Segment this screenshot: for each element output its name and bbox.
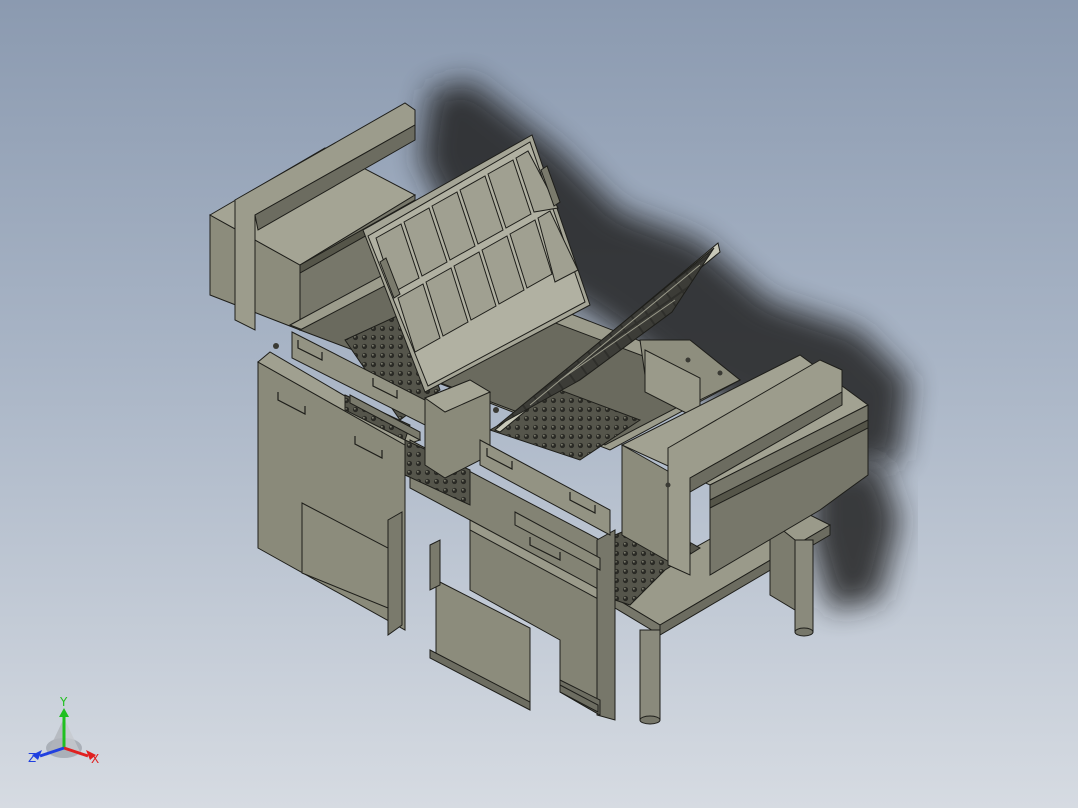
y-axis-label: Y: [59, 695, 68, 709]
coordinate-triad: Y X Z: [28, 695, 99, 766]
graphics-viewport[interactable]: Y X Z: [0, 0, 1078, 808]
x-axis-label: X: [91, 752, 99, 766]
assembly-model[interactable]: [0, 0, 1078, 808]
table-leg: [794, 539, 814, 633]
table-leg: [639, 629, 661, 721]
z-axis-label: Z: [28, 751, 36, 765]
